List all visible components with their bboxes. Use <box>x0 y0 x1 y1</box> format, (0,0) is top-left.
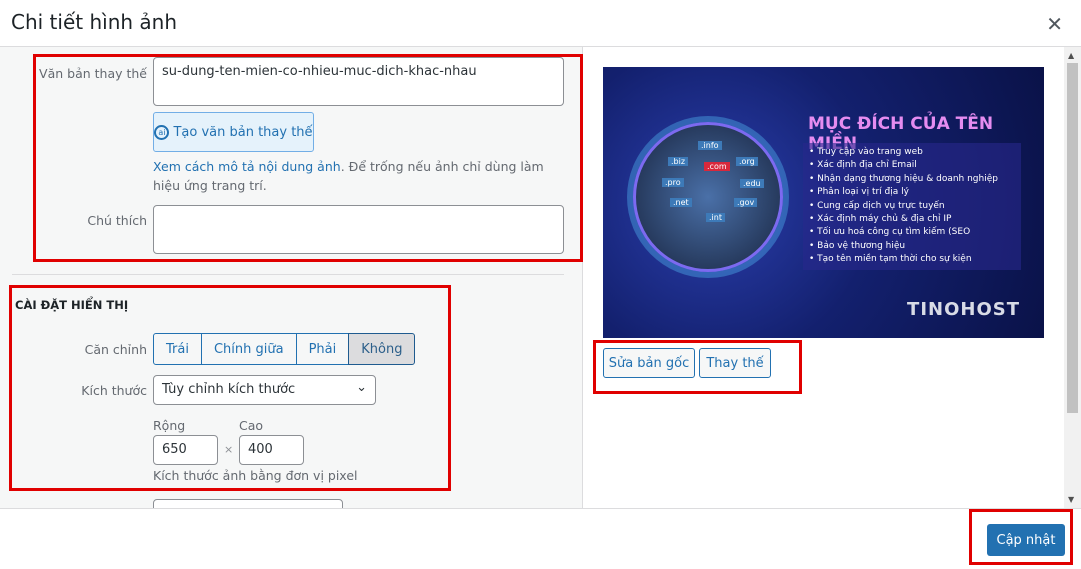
tld-label: .edu <box>740 179 764 188</box>
preview-panel: .info .biz .com .org .pro .edu .net .gov… <box>584 47 1064 508</box>
scrollbar[interactable]: ▲ ▼ <box>1064 47 1081 508</box>
tld-label: .biz <box>668 157 689 166</box>
scroll-up-icon[interactable]: ▲ <box>1068 51 1074 60</box>
modal-title: Chi tiết hình ảnh <box>11 10 178 34</box>
image-preview: .info .biz .com .org .pro .edu .net .gov… <box>603 67 1044 338</box>
divider <box>12 274 564 275</box>
tld-label: .gov <box>734 198 758 207</box>
image-list-item: Nhận dạng thương hiệu & doanh nghiệp <box>809 173 1015 186</box>
close-icon[interactable]: ✕ <box>1046 12 1063 36</box>
globe-graphic: .info .biz .com .org .pro .edu .net .gov… <box>633 122 783 272</box>
image-list-item: Phân loại vị trí địa lý <box>809 186 1015 199</box>
tld-label: .pro <box>662 178 684 187</box>
tld-label: .net <box>670 198 692 207</box>
tld-label: .int <box>706 213 725 222</box>
highlight-box <box>969 509 1073 565</box>
highlight-box <box>9 285 451 491</box>
tld-label: .info <box>698 141 722 150</box>
link-select[interactable] <box>153 499 343 508</box>
scroll-down-icon[interactable]: ▼ <box>1068 495 1074 504</box>
scrollbar-thumb[interactable] <box>1067 63 1078 413</box>
tinohost-logo: TINOHOST <box>907 299 1020 320</box>
modal-header: Chi tiết hình ảnh ✕ <box>0 0 1081 47</box>
image-list-item: Truy cập vào trang web <box>809 146 1015 159</box>
image-list-item: Tạo tên miền tạm thời cho sự kiện <box>809 253 1015 266</box>
tld-label: .org <box>736 157 758 166</box>
image-list: Truy cập vào trang web Xác định địa chỉ … <box>803 143 1021 270</box>
highlight-box <box>593 340 802 394</box>
tld-label: .com <box>704 162 730 171</box>
modal-footer <box>0 508 1081 569</box>
image-list-item: Bảo vệ thương hiệu <box>809 240 1015 253</box>
image-list-item: Tối ưu hoá công cụ tìm kiếm (SEO <box>809 226 1015 239</box>
image-list-item: Cung cấp dịch vụ trực tuyến <box>809 200 1015 213</box>
image-list-item: Xác định máy chủ & địa chỉ IP <box>809 213 1015 226</box>
highlight-box <box>33 54 583 262</box>
image-list-item: Xác định địa chỉ Email <box>809 159 1015 172</box>
